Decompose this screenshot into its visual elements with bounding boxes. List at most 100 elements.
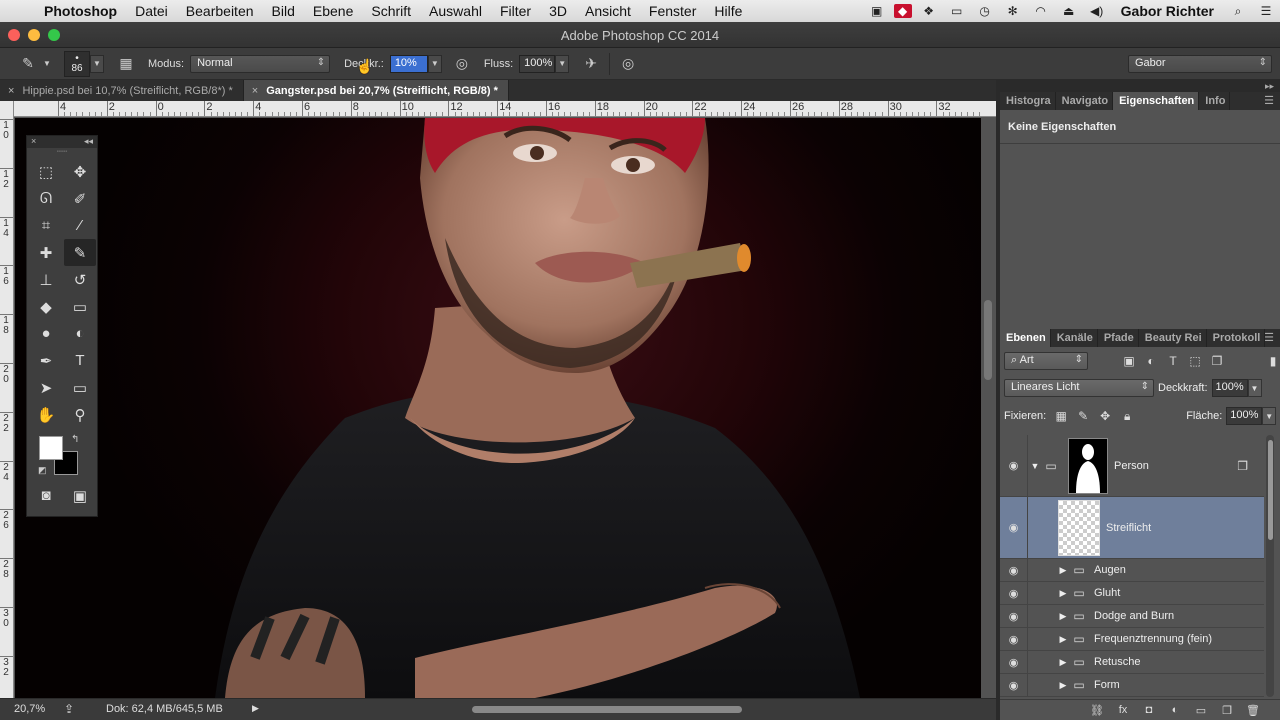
smart-object-filter-icon[interactable]: ❐ xyxy=(1208,352,1226,370)
time-machine-icon[interactable]: ◷ xyxy=(974,4,996,18)
tab-protokoll[interactable]: Protokoll xyxy=(1207,329,1266,347)
trash-icon[interactable]: 🗑︎ xyxy=(1244,704,1262,717)
pressure-size-icon[interactable]: ◎ xyxy=(616,52,640,76)
pressure-opacity-icon[interactable]: ◎ xyxy=(450,52,474,76)
history-brush-tool-icon[interactable]: ↺ xyxy=(64,266,96,293)
fill-dropdown[interactable]: ▼ xyxy=(1262,407,1277,425)
lock-position-icon[interactable]: ✥ xyxy=(1096,407,1114,425)
layer-row-augen[interactable]: ◉ ▶ ▭ Augen xyxy=(1000,559,1264,582)
flow-input[interactable]: 100% xyxy=(519,54,556,73)
menu-bild[interactable]: Bild xyxy=(263,3,304,19)
screen-mode-icon[interactable]: ▣ xyxy=(64,482,96,509)
zoom-level[interactable]: 20,7% xyxy=(14,703,45,715)
menu-filter[interactable]: Filter xyxy=(491,3,540,19)
app-badge-icon[interactable]: ◆ xyxy=(893,4,912,18)
adjustment-layer-icon[interactable]: ◐ xyxy=(1166,704,1184,716)
add-mask-icon[interactable]: ◘ xyxy=(1140,704,1158,716)
share-icon[interactable]: ⇪ xyxy=(64,702,74,716)
tab-info[interactable]: Info xyxy=(1199,92,1231,110)
menu-ebene[interactable]: Ebene xyxy=(304,3,362,19)
tab-gangster[interactable]: × Gangster.psd bei 20,7% (Streiflicht, R… xyxy=(243,80,509,101)
layer-filter-select[interactable]: ⌕ Art xyxy=(1004,352,1088,370)
layer-opacity-input[interactable]: 100% xyxy=(1211,379,1248,397)
zoom-tool-icon[interactable]: ⚲ xyxy=(64,401,96,428)
eye-icon[interactable]: ◉ xyxy=(1000,674,1028,696)
default-colors-icon[interactable]: ◩ xyxy=(38,465,47,476)
screen-icon[interactable]: ▣ xyxy=(866,4,888,18)
menu-hilfe[interactable]: Hilfe xyxy=(705,3,751,19)
collapse-icon[interactable]: ◂◂ xyxy=(84,136,93,147)
menu-bearbeiten[interactable]: Bearbeiten xyxy=(177,3,263,19)
layer-row-retusche[interactable]: ◉ ▶ ▭ Retusche xyxy=(1000,651,1264,674)
eraser-tool-icon[interactable]: ◆ xyxy=(30,293,62,320)
eye-icon[interactable]: ◉ xyxy=(1000,628,1028,650)
workspace-select[interactable]: Gabor xyxy=(1128,54,1272,73)
shape-filter-icon[interactable]: ⬚ xyxy=(1186,352,1204,370)
tab-kanaele[interactable]: Kanäle xyxy=(1051,329,1098,347)
healing-brush-tool-icon[interactable]: ✚ xyxy=(30,239,62,266)
menu-auswahl[interactable]: Auswahl xyxy=(420,3,491,19)
image-filter-icon[interactable]: ▣ xyxy=(1120,352,1138,370)
eye-icon[interactable]: ◉ xyxy=(1000,582,1028,604)
menu-datei[interactable]: Datei xyxy=(126,3,177,19)
layer-row-person[interactable]: ◉ ▼ ▭ Person ❐ xyxy=(1000,435,1264,497)
lock-pixels-icon[interactable]: ✎ xyxy=(1074,407,1092,425)
status-menu-arrow-icon[interactable]: ▶ xyxy=(252,703,259,714)
layer-style-icon[interactable]: fx xyxy=(1114,704,1132,716)
layer-row-form[interactable]: ◉ ▶ ▭ Form xyxy=(1000,674,1264,697)
panel-menu-icon[interactable]: ☰ xyxy=(1264,331,1274,344)
lock-all-icon[interactable]: 🔒︎ xyxy=(1118,407,1136,425)
eye-icon[interactable]: ◉ xyxy=(1000,435,1028,496)
close-tab-icon[interactable]: × xyxy=(8,85,14,97)
tab-eigenschaften[interactable]: Eigenschaften xyxy=(1113,92,1200,110)
wifi-icon[interactable]: ◠ xyxy=(1030,4,1052,18)
crop-tool-icon[interactable]: ⌗ xyxy=(30,212,62,239)
expand-triangle-icon[interactable]: ▶ xyxy=(1056,680,1070,691)
foreground-color-swatch[interactable] xyxy=(39,436,63,460)
spotlight-search-icon[interactable]: ⌕ xyxy=(1227,4,1249,18)
layer-opacity-dropdown[interactable]: ▼ xyxy=(1247,379,1262,397)
close-tab-icon[interactable]: × xyxy=(252,85,258,97)
menu-fenster[interactable]: Fenster xyxy=(640,3,705,19)
tab-navigator[interactable]: Navigato xyxy=(1056,92,1114,110)
layer-row-gluht[interactable]: ◉ ▶ ▭ Gluht xyxy=(1000,582,1264,605)
eye-icon[interactable]: ◉ xyxy=(1000,497,1028,558)
brush-preset-icon[interactable]: ✎ xyxy=(16,52,40,76)
volume-icon[interactable]: ◀) xyxy=(1086,4,1108,18)
type-filter-icon[interactable]: T xyxy=(1164,352,1182,370)
quick-mask-icon[interactable]: ◙ xyxy=(30,482,62,509)
flow-dropdown[interactable]: ▼ xyxy=(555,54,570,73)
clone-stamp-tool-icon[interactable]: ⊥ xyxy=(30,266,62,293)
shape-tool-icon[interactable]: ▭ xyxy=(64,374,96,401)
brush-panel-toggle-icon[interactable]: ▦ xyxy=(114,52,138,76)
brush-tool-icon[interactable]: ✎ xyxy=(64,239,96,266)
dodge-tool-icon[interactable]: ◐ xyxy=(64,320,96,347)
tools-panel-header[interactable]: × ◂◂ xyxy=(27,136,97,148)
gradient-tool-icon[interactable]: ▭ xyxy=(64,293,96,320)
canvas-horizontal-scrollbar[interactable] xyxy=(472,706,742,713)
menu-ansicht[interactable]: Ansicht xyxy=(576,3,640,19)
tab-pfade[interactable]: Pfade xyxy=(1098,329,1139,347)
hand-tool-icon[interactable]: ✋ xyxy=(30,401,62,428)
filter-toggle-icon[interactable]: ▮ xyxy=(1264,352,1280,370)
layer-row-frequenztrennung[interactable]: ◉ ▶ ▭ Frequenztrennung (fein) xyxy=(1000,628,1264,651)
expand-triangle-icon[interactable]: ▼ xyxy=(1028,461,1042,471)
expand-triangle-icon[interactable]: ▶ xyxy=(1056,657,1070,668)
menu-3d[interactable]: 3D xyxy=(540,3,576,19)
tab-ebenen[interactable]: Ebenen xyxy=(1000,329,1051,347)
expand-triangle-icon[interactable]: ▶ xyxy=(1056,588,1070,599)
expand-triangle-icon[interactable]: ▶ xyxy=(1056,634,1070,645)
menu-schrift[interactable]: Schrift xyxy=(362,3,420,19)
airbrush-icon[interactable]: ✈ xyxy=(579,52,603,76)
pen-tool-icon[interactable]: ✒ xyxy=(30,347,62,374)
brush-size-picker[interactable]: • 86 xyxy=(64,50,90,77)
lock-transparency-icon[interactable]: ▦ xyxy=(1052,407,1070,425)
collapse-panels-icon[interactable]: ▸▸ xyxy=(1000,80,1280,92)
layer-thumbnail[interactable] xyxy=(1058,499,1100,556)
blend-mode-select[interactable]: Lineares Licht xyxy=(1004,379,1154,397)
blur-tool-icon[interactable]: ● xyxy=(30,320,62,347)
link-layers-icon[interactable]: ⛓ xyxy=(1088,704,1106,717)
new-group-icon[interactable]: ▭ xyxy=(1192,704,1210,717)
type-tool-icon[interactable]: T xyxy=(64,347,96,374)
layers-scrollbar-thumb[interactable] xyxy=(1268,440,1273,540)
